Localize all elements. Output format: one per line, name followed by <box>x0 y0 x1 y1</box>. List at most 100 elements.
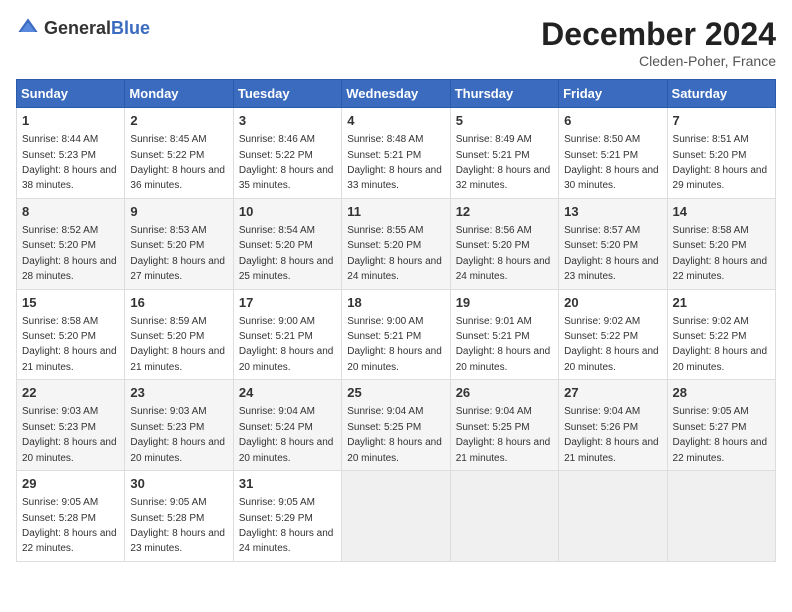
calendar-week-row: 29 Sunrise: 9:05 AMSunset: 5:28 PMDaylig… <box>17 471 776 562</box>
day-number: 13 <box>564 203 661 221</box>
day-number: 28 <box>673 384 770 402</box>
table-row: 6 Sunrise: 8:50 AMSunset: 5:21 PMDayligh… <box>559 108 667 199</box>
table-row: 5 Sunrise: 8:49 AMSunset: 5:21 PMDayligh… <box>450 108 558 199</box>
day-detail: Sunrise: 9:04 AMSunset: 5:24 PMDaylight:… <box>239 406 334 463</box>
calendar-title: December 2024 <box>541 16 776 53</box>
day-number: 18 <box>347 294 444 312</box>
calendar-week-row: 8 Sunrise: 8:52 AMSunset: 5:20 PMDayligh… <box>17 198 776 289</box>
day-number: 19 <box>456 294 553 312</box>
day-number: 5 <box>456 112 553 130</box>
logo-general: General <box>44 18 111 38</box>
day-detail: Sunrise: 9:04 AMSunset: 5:25 PMDaylight:… <box>456 406 551 463</box>
empty-cell <box>450 471 558 562</box>
day-number: 30 <box>130 475 227 493</box>
day-detail: Sunrise: 8:44 AMSunset: 5:23 PMDaylight:… <box>22 134 117 191</box>
day-number: 26 <box>456 384 553 402</box>
table-row: 31 Sunrise: 9:05 AMSunset: 5:29 PMDaylig… <box>233 471 341 562</box>
day-number: 11 <box>347 203 444 221</box>
calendar-table: Sunday Monday Tuesday Wednesday Thursday… <box>16 79 776 562</box>
day-number: 7 <box>673 112 770 130</box>
table-row: 16 Sunrise: 8:59 AMSunset: 5:20 PMDaylig… <box>125 289 233 380</box>
table-row: 4 Sunrise: 8:48 AMSunset: 5:21 PMDayligh… <box>342 108 450 199</box>
col-thursday: Thursday <box>450 80 558 108</box>
day-detail: Sunrise: 9:02 AMSunset: 5:22 PMDaylight:… <box>673 316 768 373</box>
day-number: 14 <box>673 203 770 221</box>
day-number: 3 <box>239 112 336 130</box>
day-number: 21 <box>673 294 770 312</box>
day-detail: Sunrise: 8:58 AMSunset: 5:20 PMDaylight:… <box>673 225 768 282</box>
table-row: 7 Sunrise: 8:51 AMSunset: 5:20 PMDayligh… <box>667 108 775 199</box>
day-number: 2 <box>130 112 227 130</box>
calendar-week-row: 22 Sunrise: 9:03 AMSunset: 5:23 PMDaylig… <box>17 380 776 471</box>
day-detail: Sunrise: 9:03 AMSunset: 5:23 PMDaylight:… <box>130 406 225 463</box>
day-detail: Sunrise: 8:49 AMSunset: 5:21 PMDaylight:… <box>456 134 551 191</box>
calendar-subtitle: Cleden-Poher, France <box>541 53 776 69</box>
table-row: 20 Sunrise: 9:02 AMSunset: 5:22 PMDaylig… <box>559 289 667 380</box>
day-detail: Sunrise: 9:00 AMSunset: 5:21 PMDaylight:… <box>239 316 334 373</box>
logo: GeneralBlue <box>16 16 150 40</box>
day-detail: Sunrise: 8:59 AMSunset: 5:20 PMDaylight:… <box>130 316 225 373</box>
day-detail: Sunrise: 9:05 AMSunset: 5:28 PMDaylight:… <box>130 497 225 554</box>
day-detail: Sunrise: 8:45 AMSunset: 5:22 PMDaylight:… <box>130 134 225 191</box>
day-number: 8 <box>22 203 119 221</box>
day-number: 4 <box>347 112 444 130</box>
day-number: 12 <box>456 203 553 221</box>
calendar-header-row: Sunday Monday Tuesday Wednesday Thursday… <box>17 80 776 108</box>
table-row: 3 Sunrise: 8:46 AMSunset: 5:22 PMDayligh… <box>233 108 341 199</box>
day-number: 31 <box>239 475 336 493</box>
table-row: 22 Sunrise: 9:03 AMSunset: 5:23 PMDaylig… <box>17 380 125 471</box>
day-detail: Sunrise: 8:58 AMSunset: 5:20 PMDaylight:… <box>22 316 117 373</box>
table-row: 14 Sunrise: 8:58 AMSunset: 5:20 PMDaylig… <box>667 198 775 289</box>
table-row: 27 Sunrise: 9:04 AMSunset: 5:26 PMDaylig… <box>559 380 667 471</box>
day-detail: Sunrise: 9:05 AMSunset: 5:27 PMDaylight:… <box>673 406 768 463</box>
day-detail: Sunrise: 8:53 AMSunset: 5:20 PMDaylight:… <box>130 225 225 282</box>
col-saturday: Saturday <box>667 80 775 108</box>
empty-cell <box>667 471 775 562</box>
col-sunday: Sunday <box>17 80 125 108</box>
day-number: 22 <box>22 384 119 402</box>
col-friday: Friday <box>559 80 667 108</box>
table-row: 30 Sunrise: 9:05 AMSunset: 5:28 PMDaylig… <box>125 471 233 562</box>
day-detail: Sunrise: 9:00 AMSunset: 5:21 PMDaylight:… <box>347 316 442 373</box>
table-row: 11 Sunrise: 8:55 AMSunset: 5:20 PMDaylig… <box>342 198 450 289</box>
calendar-week-row: 1 Sunrise: 8:44 AMSunset: 5:23 PMDayligh… <box>17 108 776 199</box>
table-row: 8 Sunrise: 8:52 AMSunset: 5:20 PMDayligh… <box>17 198 125 289</box>
page-header: GeneralBlue December 2024 Cleden-Poher, … <box>16 16 776 69</box>
table-row: 23 Sunrise: 9:03 AMSunset: 5:23 PMDaylig… <box>125 380 233 471</box>
day-number: 27 <box>564 384 661 402</box>
logo-icon <box>16 16 40 40</box>
table-row: 28 Sunrise: 9:05 AMSunset: 5:27 PMDaylig… <box>667 380 775 471</box>
day-detail: Sunrise: 8:54 AMSunset: 5:20 PMDaylight:… <box>239 225 334 282</box>
day-detail: Sunrise: 9:01 AMSunset: 5:21 PMDaylight:… <box>456 316 551 373</box>
day-detail: Sunrise: 9:02 AMSunset: 5:22 PMDaylight:… <box>564 316 659 373</box>
day-detail: Sunrise: 8:46 AMSunset: 5:22 PMDaylight:… <box>239 134 334 191</box>
day-detail: Sunrise: 8:52 AMSunset: 5:20 PMDaylight:… <box>22 225 117 282</box>
day-number: 6 <box>564 112 661 130</box>
day-detail: Sunrise: 9:04 AMSunset: 5:25 PMDaylight:… <box>347 406 442 463</box>
table-row: 21 Sunrise: 9:02 AMSunset: 5:22 PMDaylig… <box>667 289 775 380</box>
empty-cell <box>342 471 450 562</box>
day-detail: Sunrise: 9:05 AMSunset: 5:28 PMDaylight:… <box>22 497 117 554</box>
table-row: 18 Sunrise: 9:00 AMSunset: 5:21 PMDaylig… <box>342 289 450 380</box>
day-detail: Sunrise: 8:56 AMSunset: 5:20 PMDaylight:… <box>456 225 551 282</box>
table-row: 29 Sunrise: 9:05 AMSunset: 5:28 PMDaylig… <box>17 471 125 562</box>
calendar-week-row: 15 Sunrise: 8:58 AMSunset: 5:20 PMDaylig… <box>17 289 776 380</box>
table-row: 13 Sunrise: 8:57 AMSunset: 5:20 PMDaylig… <box>559 198 667 289</box>
day-number: 1 <box>22 112 119 130</box>
logo-blue: Blue <box>111 18 150 38</box>
day-detail: Sunrise: 8:50 AMSunset: 5:21 PMDaylight:… <box>564 134 659 191</box>
day-number: 24 <box>239 384 336 402</box>
table-row: 2 Sunrise: 8:45 AMSunset: 5:22 PMDayligh… <box>125 108 233 199</box>
table-row: 12 Sunrise: 8:56 AMSunset: 5:20 PMDaylig… <box>450 198 558 289</box>
day-detail: Sunrise: 8:51 AMSunset: 5:20 PMDaylight:… <box>673 134 768 191</box>
day-detail: Sunrise: 8:55 AMSunset: 5:20 PMDaylight:… <box>347 225 442 282</box>
table-row: 9 Sunrise: 8:53 AMSunset: 5:20 PMDayligh… <box>125 198 233 289</box>
day-detail: Sunrise: 8:57 AMSunset: 5:20 PMDaylight:… <box>564 225 659 282</box>
table-row: 19 Sunrise: 9:01 AMSunset: 5:21 PMDaylig… <box>450 289 558 380</box>
day-number: 17 <box>239 294 336 312</box>
day-detail: Sunrise: 9:03 AMSunset: 5:23 PMDaylight:… <box>22 406 117 463</box>
table-row: 10 Sunrise: 8:54 AMSunset: 5:20 PMDaylig… <box>233 198 341 289</box>
day-number: 9 <box>130 203 227 221</box>
table-row: 17 Sunrise: 9:00 AMSunset: 5:21 PMDaylig… <box>233 289 341 380</box>
day-number: 29 <box>22 475 119 493</box>
